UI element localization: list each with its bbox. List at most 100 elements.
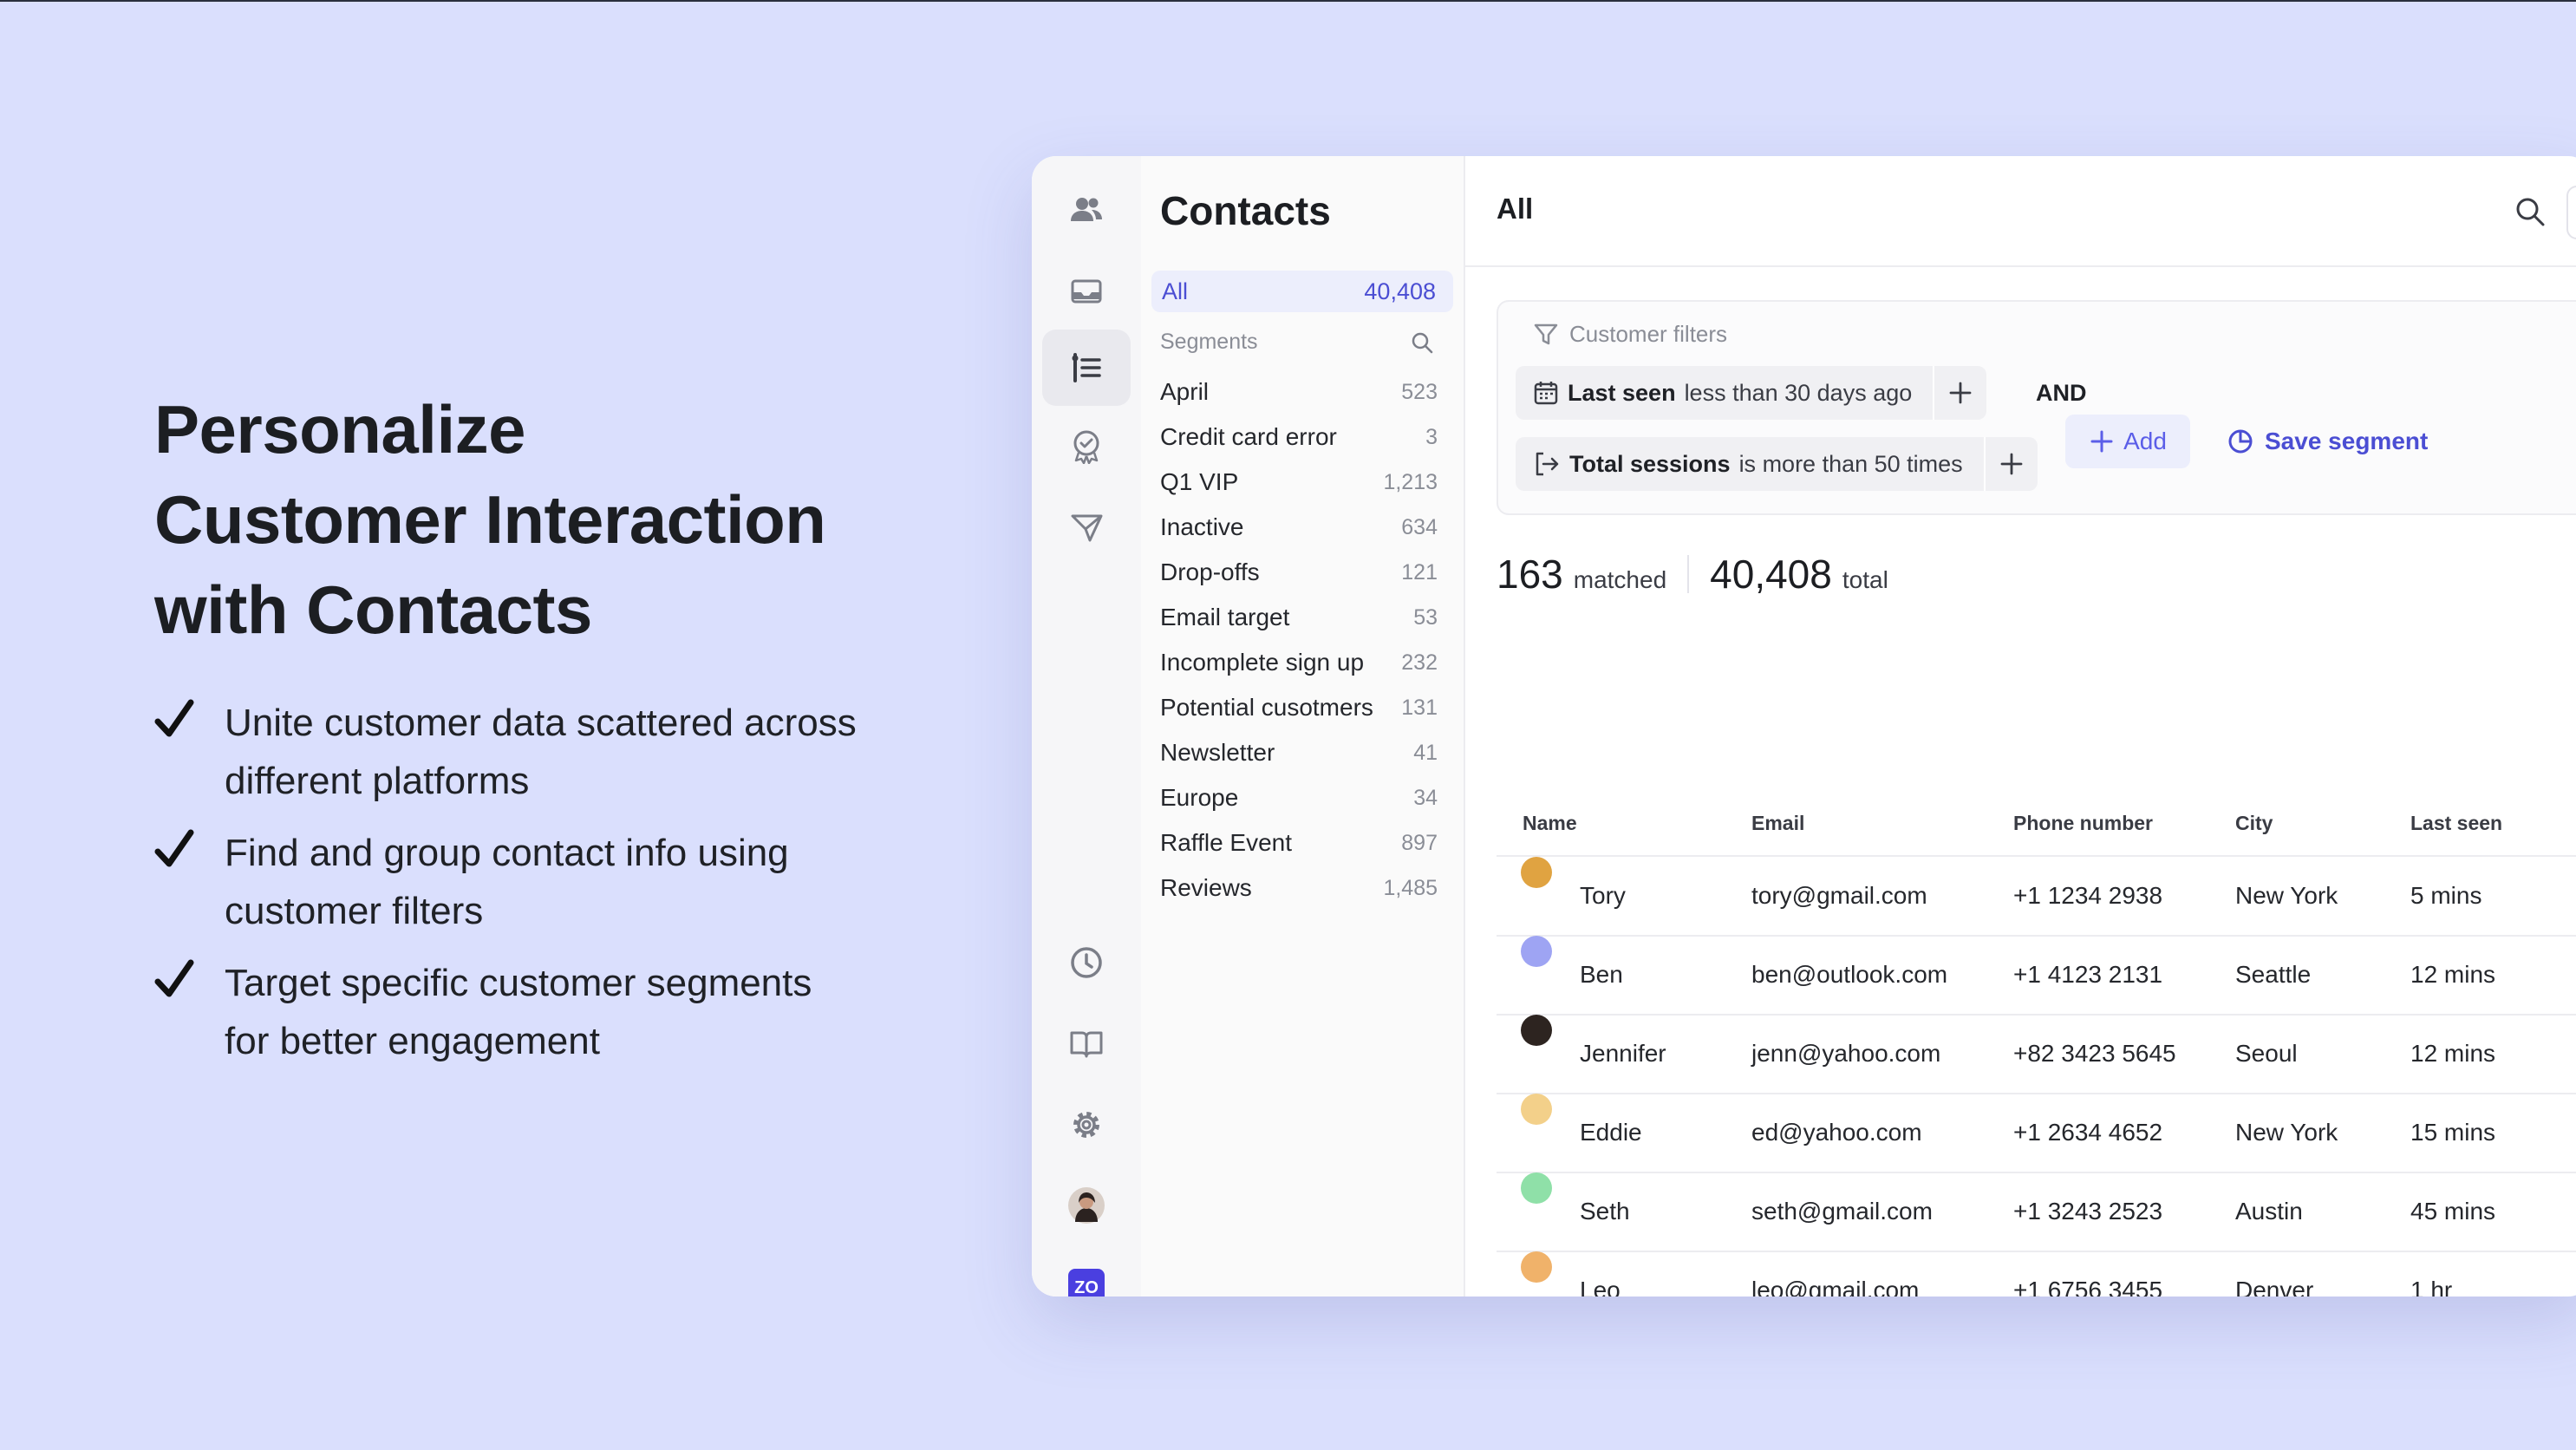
segment-item[interactable]: Email target 53 [1141, 595, 1464, 640]
matched-label: matched [1573, 566, 1667, 593]
add-condition-button[interactable] [1983, 437, 2038, 491]
feature-text: Find and group contact info using [225, 832, 789, 874]
feature-text: Unite customer data scattered across [225, 702, 857, 744]
feature-item: Unite customer data scattered across dif… [154, 694, 952, 810]
filter-condition: less than 30 days ago [1684, 379, 1913, 406]
contact-phone: +82 3423 5645 [2013, 1040, 2176, 1067]
contact-name: Tory [1580, 882, 1626, 909]
badge-check-icon [1073, 430, 1099, 464]
segment-item[interactable]: Europe 34 [1141, 775, 1464, 820]
table-row[interactable]: Ben ben@outlook.com +1 4123 2131 Seattle 12 … [1497, 936, 2576, 1016]
rail-segments-button[interactable] [1042, 330, 1131, 406]
segment-item[interactable]: Newsletter 41 [1141, 730, 1464, 775]
segment-item[interactable]: Reviews 1,485 [1141, 865, 1464, 911]
table-row[interactable]: Eddie ed@yahoo.com +1 2634 4652 New York 15 … [1497, 1094, 2576, 1173]
filter-rule-body[interactable]: Total sessions is more than 50 times [1516, 437, 1984, 491]
contact-phone: +1 4123 2131 [2013, 961, 2163, 988]
segment-list: April 523 Credit card error 3 Q1 VIP 1,213 … [1141, 369, 1464, 911]
segment-count: 34 [1413, 785, 1438, 810]
plus-icon [2000, 453, 2023, 475]
contact-city: Seattle [2235, 961, 2312, 988]
segment-item[interactable]: April 523 [1141, 369, 1464, 415]
filter-rule-sessions[interactable]: Total sessions is more than 50 times [1516, 437, 2038, 491]
contact-email: ben@outlook.com [1751, 961, 1948, 988]
rail-profile-button[interactable] [1042, 1167, 1131, 1244]
rail-badge-button[interactable] [1042, 408, 1131, 484]
segment-label: Credit card error [1160, 423, 1337, 450]
segment-label: Potential cusotmers [1160, 694, 1373, 721]
contact-last-seen: 12 mins [2410, 1040, 2496, 1067]
segments-panel: Contacts All 40,408 Segments April 523 Cr… [1141, 156, 1465, 1297]
segment-count: 232 [1401, 650, 1438, 675]
rail-docs-button[interactable] [1042, 1006, 1131, 1082]
table-row[interactable]: Leo leo@gmail.com +1 6756 3455 Denver 1 hr [1497, 1251, 2576, 1297]
contact-name: Seth [1580, 1198, 1630, 1225]
segment-item[interactable]: Drop-offs 121 [1141, 550, 1464, 595]
filters-heading: Customer filters [1533, 321, 1727, 348]
filter-rule-last-seen[interactable]: Last seen less than 30 days ago [1516, 366, 1987, 420]
rail-workspace-button[interactable]: ZO [1042, 1249, 1131, 1297]
contact-avatar [1521, 1015, 1552, 1046]
header-action-button[interactable] [2566, 186, 2576, 239]
segment-label: Raffle Event [1160, 829, 1293, 856]
result-stats: 163 matched 40,408 total [1497, 551, 1888, 598]
table-row[interactable]: Seth seth@gmail.com +1 3243 2523 Austin 45 m… [1497, 1172, 2576, 1252]
customer-filters-panel: Customer filters Last seen less than 30 … [1497, 300, 2576, 515]
contact-email: ed@yahoo.com [1751, 1119, 1922, 1146]
column-header-phone[interactable]: Phone number [2013, 791, 2153, 855]
segment-label: Incomplete sign up [1160, 649, 1365, 676]
search-icon[interactable] [2513, 194, 2547, 229]
matched-count: 163 [1497, 552, 1563, 597]
contact-last-seen: 45 mins [2410, 1198, 2496, 1225]
save-segment-label: Save segment [2265, 428, 2429, 454]
segment-label: Europe [1160, 784, 1239, 811]
contact-last-seen: 5 mins [2410, 882, 2482, 909]
rail-settings-button[interactable] [1042, 1087, 1131, 1163]
segment-item[interactable]: Raffle Event 897 [1141, 820, 1464, 865]
segment-item[interactable]: Incomplete sign up 232 [1141, 640, 1464, 685]
operator-label[interactable]: AND [2036, 380, 2087, 407]
segments-section-label: Segments [1160, 330, 1258, 354]
contact-avatar [1521, 1094, 1552, 1125]
column-header-city[interactable]: City [2235, 791, 2273, 855]
stats-divider [1687, 555, 1690, 593]
save-segment-button[interactable]: Save segment [2227, 415, 2428, 468]
feature-text: for better engagement [225, 1020, 600, 1062]
checkmark-icon [154, 829, 194, 867]
rail-send-button[interactable] [1042, 489, 1131, 565]
rail-contacts-button[interactable] [1042, 172, 1131, 248]
hero-title: Personalize Customer Interaction with Co… [154, 384, 978, 655]
filter-rule-body[interactable]: Last seen less than 30 days ago [1516, 366, 1933, 420]
column-header-name[interactable]: Name [1523, 791, 1577, 855]
rail-inbox-button[interactable] [1042, 253, 1131, 330]
segment-all[interactable]: All 40,408 [1151, 271, 1453, 312]
search-icon[interactable] [1410, 330, 1434, 355]
checkmark-icon [154, 699, 194, 737]
table-row[interactable]: Tory tory@gmail.com +1 1234 2938 New York 5 … [1497, 857, 2576, 937]
column-header-last-seen[interactable]: Last seen [2410, 791, 2502, 855]
contact-avatar [1521, 857, 1552, 888]
contact-city: Seoul [2235, 1040, 2298, 1067]
contact-name: Jennifer [1580, 1040, 1666, 1067]
segment-all-label: All [1162, 278, 1189, 304]
panel-title: Contacts [1160, 188, 1331, 233]
contact-phone: +1 1234 2938 [2013, 882, 2163, 909]
plus-icon [1949, 382, 1972, 404]
sign-in-icon [1536, 452, 1559, 476]
segment-item[interactable]: Inactive 634 [1141, 505, 1464, 550]
segment-item[interactable]: Credit card error 3 [1141, 415, 1464, 460]
contact-phone: +1 6756 3455 [2013, 1277, 2163, 1297]
contact-last-seen: 12 mins [2410, 961, 2496, 988]
feature-list: Unite customer data scattered across dif… [154, 694, 952, 1084]
feature-text: customer filters [225, 890, 484, 932]
segment-item[interactable]: Q1 VIP 1,213 [1141, 460, 1464, 505]
table-row[interactable]: Jennifer jenn@yahoo.com +82 3423 5645 Seoul… [1497, 1015, 2576, 1094]
add-condition-button[interactable] [1933, 366, 1986, 420]
column-header-email[interactable]: Email [1751, 791, 1804, 855]
add-filter-button[interactable]: Add [2065, 415, 2190, 468]
feature-text: different platforms [225, 760, 530, 802]
rail-history-button[interactable] [1042, 924, 1131, 1001]
filter-field: Last seen [1568, 379, 1676, 406]
segment-item[interactable]: Potential cusotmers 131 [1141, 685, 1464, 730]
total-count: 40,408 [1710, 552, 1832, 597]
